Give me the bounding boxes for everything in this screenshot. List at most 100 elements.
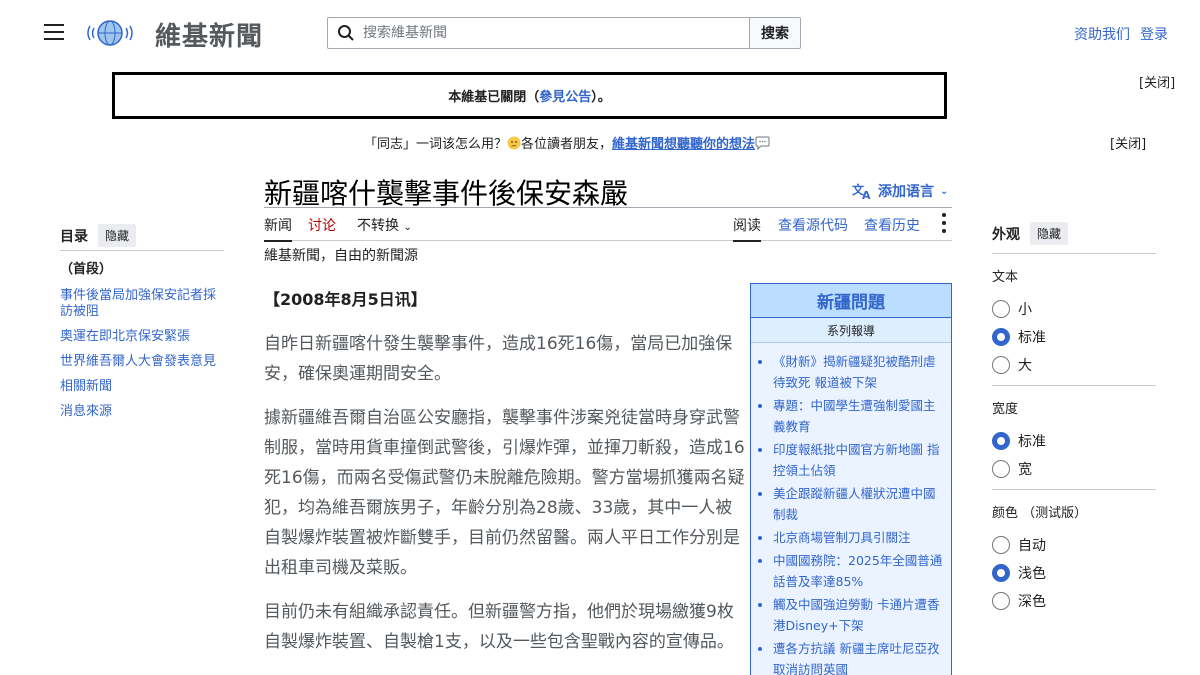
color-radio[interactable]: [992, 564, 1010, 582]
login-link[interactable]: 登录: [1140, 24, 1168, 44]
text-size-options: 小标准大: [992, 295, 1156, 379]
appearance-hide-button[interactable]: 隐藏: [1030, 222, 1069, 245]
infobox-item[interactable]: 《財新》揭新疆疑犯被酷刑虐待致死 報道被下架: [773, 351, 947, 393]
color-options: 自动 浅色 深色: [992, 531, 1156, 615]
survey-link[interactable]: 維基新聞想聽聽你的想法: [612, 133, 755, 152]
width-option[interactable]: 宽: [992, 455, 1156, 483]
toc-item-intro[interactable]: （首段）: [60, 262, 224, 278]
toc-list: （首段） 事件後當局加強保安記者採訪被阻 奧運在即北京保安緊張 世界維吾爾人大會…: [60, 262, 224, 429]
thinking-emoji-icon: [507, 136, 521, 149]
toc-divider: [60, 250, 224, 251]
infobox-item[interactable]: 中國國務院：2025年全國普通話普及率達85%: [773, 550, 947, 592]
speech-bubble-icon: [755, 136, 770, 150]
color-radio[interactable]: [992, 536, 1010, 554]
text-size-radio[interactable]: [992, 300, 1010, 318]
survey-banner: 「同志」一词该怎么用？ 各位讀者朋友， 維基新聞想聽聽你的想法: [364, 133, 770, 152]
divider: [992, 489, 1156, 490]
toc-item[interactable]: 消息來源: [60, 404, 224, 420]
tab-news[interactable]: 新闻: [264, 215, 292, 242]
infobox-title[interactable]: 新疆問題: [751, 284, 951, 318]
infobox-item[interactable]: 專題：中國學生遭強制愛國主義教育: [773, 395, 947, 437]
toc-hide-button[interactable]: 隐藏: [98, 224, 137, 247]
width-option[interactable]: 标准: [992, 427, 1156, 455]
color-option[interactable]: 自动: [992, 531, 1156, 559]
color-option-label: 自动: [1018, 538, 1046, 554]
text-size-radio[interactable]: [992, 328, 1010, 346]
text-size-label: 文本: [992, 270, 1019, 285]
infobox-subtitle: 系列報導: [751, 318, 951, 343]
wikinews-logo-icon[interactable]: [84, 16, 136, 50]
toc-item[interactable]: 事件後當局加強保安記者採訪被阻: [60, 288, 224, 320]
appearance-header: 外观 隐藏: [992, 222, 1156, 254]
search-icon: [338, 25, 354, 41]
page-tabs: 新闻 讨论 不转换 ⌄ 阅读 查看源代码 查看历史: [264, 213, 952, 242]
survey-question: 「同志」一词该怎么用？: [364, 137, 508, 152]
search-box[interactable]: [327, 17, 750, 49]
infobox-item[interactable]: 北京商場管制刀具引關注: [773, 527, 947, 548]
survey-greeting: 各位讀者朋友，: [521, 137, 613, 152]
close-survey-button[interactable]: [关闭]: [1110, 133, 1146, 152]
text-size-radio[interactable]: [992, 356, 1010, 374]
donate-link[interactable]: 资助我们: [1074, 24, 1130, 44]
article-paragraph: 自昨日新疆喀什發生襲擊事件，造成16死16傷，當局已加強保安，確保奧運期間安全。: [264, 334, 733, 384]
search-input[interactable]: [363, 25, 723, 41]
chevron-down-icon: ⌄: [940, 185, 949, 197]
notice-text: 本維基已關閉（: [448, 90, 540, 105]
text-size-option[interactable]: 大: [992, 351, 1156, 379]
width-radio[interactable]: [992, 432, 1010, 450]
color-radio[interactable]: [992, 592, 1010, 610]
variant-selector[interactable]: 不转换 ⌄: [357, 215, 412, 235]
tab-discussion[interactable]: 讨论: [308, 215, 336, 235]
infobox-item[interactable]: 遭各方抗議 新疆主席吐尼亞孜取消訪問英國: [773, 638, 947, 675]
appearance-title: 外观: [992, 226, 1020, 243]
text-size-option-label: 标准: [1018, 330, 1046, 346]
infobox-item[interactable]: 美企跟蹤新疆人權狀況遭中國制裁: [773, 483, 947, 525]
add-language-label: 添加语言: [878, 184, 934, 200]
toc-item[interactable]: 相關新聞: [60, 379, 224, 395]
article-dateline: 【2008年8月5日讯】: [264, 290, 427, 309]
toc-header: 目录 隐藏: [60, 224, 137, 247]
main-menu-icon[interactable]: [44, 24, 64, 42]
color-option[interactable]: 浅色: [992, 559, 1156, 587]
more-options-icon[interactable]: [942, 213, 948, 237]
color-option[interactable]: 深色: [992, 587, 1156, 615]
toc-item[interactable]: 奧運在即北京保安緊張: [60, 329, 224, 345]
text-size-option-label: 大: [1018, 358, 1032, 374]
tab-read[interactable]: 阅读: [733, 215, 761, 242]
article-paragraph: 據新疆維吾爾自治區公安廳指，襲擊事件涉案兇徒當時身穿武警制服，當時用貨車撞倒武警…: [264, 408, 745, 578]
infobox-item[interactable]: 觸及中國強迫勞動 卡通片遭香港Disney+下架: [773, 594, 947, 636]
infobox-item[interactable]: 印度報紙批中國官方新地圖 指控領土佔領: [773, 439, 947, 481]
width-label: 宽度: [992, 402, 1019, 417]
color-option-label: 浅色: [1018, 566, 1046, 582]
title-divider: [264, 207, 952, 208]
add-language-button[interactable]: 文 A 添加语言 ⌄: [852, 181, 948, 201]
series-infobox: 新疆問題 系列報導 《財新》揭新疆疑犯被酷刑虐待致死 報道被下架 專題：中國學生…: [750, 283, 952, 675]
site-closed-notice: 本維基已關閉（ 參見公告）。: [112, 72, 947, 119]
text-size-option[interactable]: 标准: [992, 323, 1156, 351]
color-option-label: 深色: [1018, 594, 1046, 610]
color-label: 颜色 （测试版）: [992, 506, 1088, 521]
text-size-option[interactable]: 小: [992, 295, 1156, 323]
toc-item[interactable]: 世界維吾爾人大會發表意見: [60, 354, 224, 370]
variant-label: 不转换: [357, 218, 399, 234]
site-wordmark[interactable]: 維基新聞: [155, 16, 263, 53]
tab-view-history[interactable]: 查看历史: [864, 215, 920, 235]
search-button[interactable]: 搜索: [749, 17, 801, 49]
user-links: 资助我们 登录: [1074, 24, 1168, 44]
width-option-label: 标准: [1018, 434, 1046, 450]
toc-title: 目录: [60, 228, 88, 245]
notice-text-end: ）。: [591, 90, 611, 105]
chevron-down-icon: ⌄: [403, 222, 412, 233]
svg-text:A: A: [862, 189, 871, 200]
width-options: 标准宽: [992, 427, 1156, 483]
width-radio[interactable]: [992, 460, 1010, 478]
announcement-link[interactable]: 參見公告: [539, 86, 591, 105]
appearance-panel: 外观 隐藏 文本 小标准大 宽度 标准宽 颜色 （测试版） 自动 浅色 深色: [992, 222, 1156, 615]
language-icon: 文 A: [852, 182, 871, 200]
article-body: 【2008年8月5日讯】 自昨日新疆喀什發生襲擊事件，造成16死16傷，當局已加…: [264, 285, 748, 671]
article-paragraph: 目前仍未有組織承認責任。但新疆警方指，他們於現場繳獲9枚自製爆炸裝置、自製槍1支…: [264, 602, 734, 652]
tab-view-source[interactable]: 查看源代码: [778, 215, 848, 235]
divider: [992, 385, 1156, 386]
close-notice-button[interactable]: [关闭]: [1139, 72, 1175, 91]
width-option-label: 宽: [1018, 462, 1032, 478]
